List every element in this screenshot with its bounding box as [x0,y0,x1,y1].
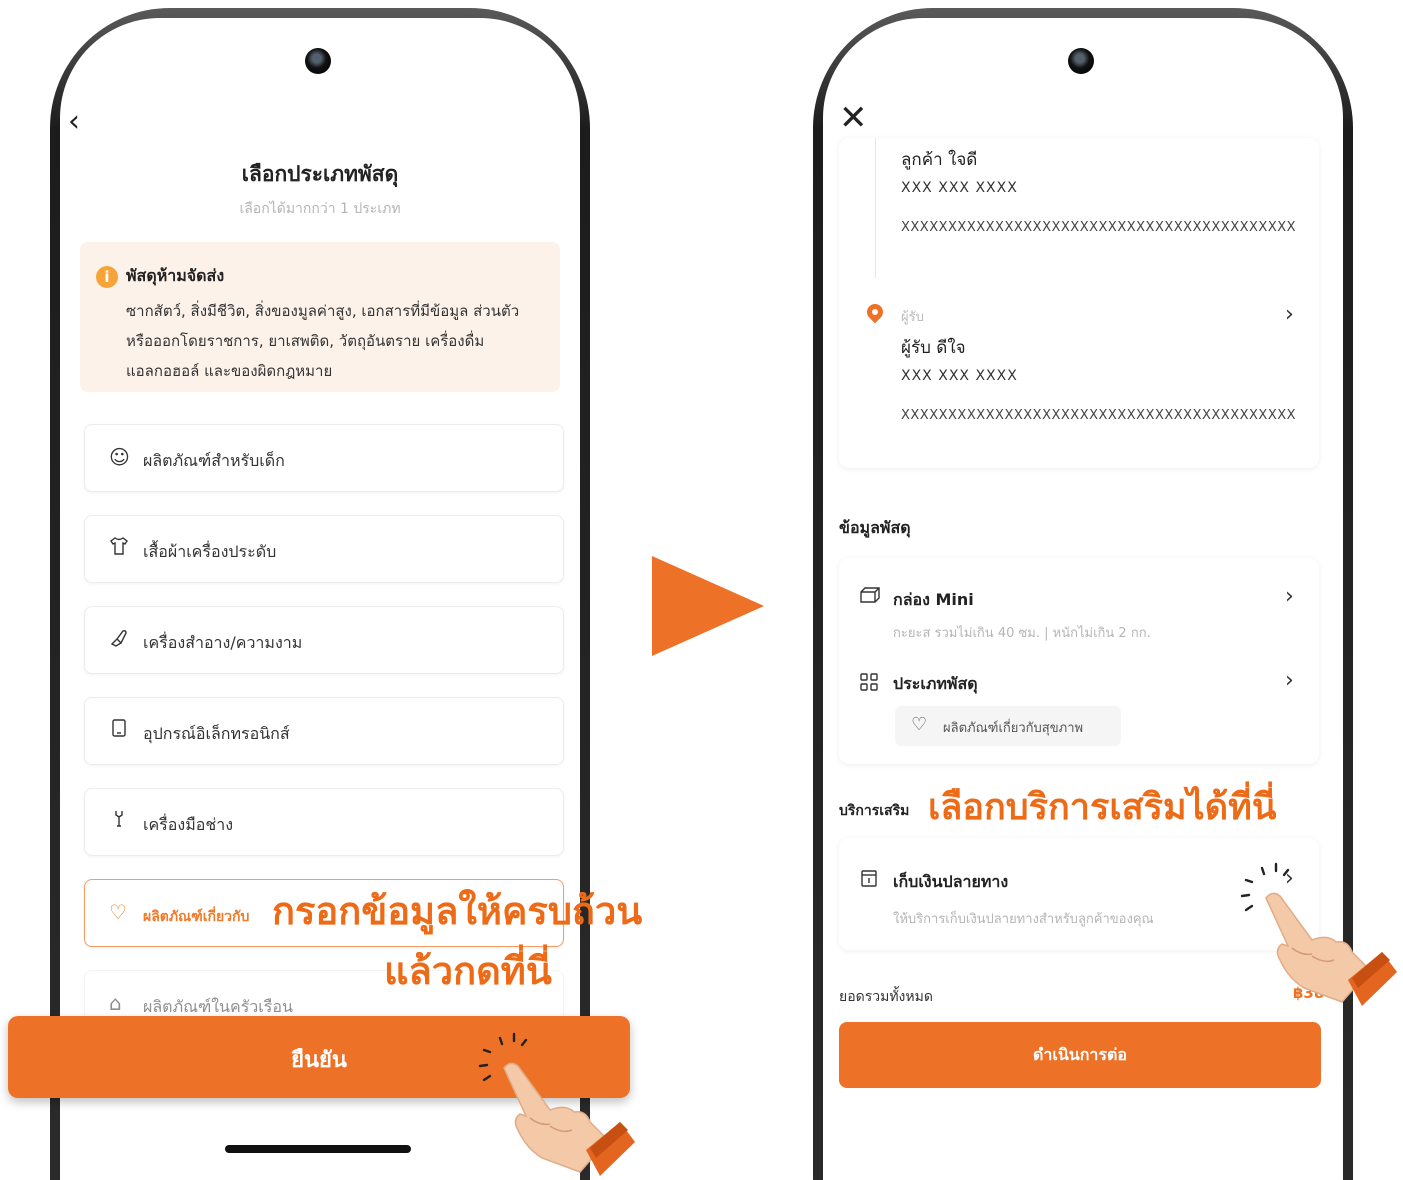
box-size-title: กล่อง Mini [893,590,974,609]
grid-icon [859,672,879,697]
extra-services-title: บริการเสริม [839,803,910,819]
chevron-right-icon: › [1285,584,1294,609]
heart-icon: ♡ [911,714,928,735]
receiver-name: ผู้รับ ดีใจ [901,338,966,358]
callout-press-here: แล้วกดที่นี่ [384,951,552,993]
phone-device-icon [109,718,129,743]
sender-phone: XXX XXX XXXX [901,180,1018,196]
category-label: เสื้อผ้าเครื่องประดับ [143,542,277,561]
category-item-clothing[interactable]: เสื้อผ้าเครื่องประดับ [84,515,564,583]
category-label: ผลิตภัณฑ์สำหรับเด็ก [143,451,285,470]
location-pin-icon [863,300,887,324]
box-icon [859,586,881,608]
receiver-address: XXXXXXXXXXXXXXXXXXXXXXXXXXXXXXXXXXXXXXXX… [901,408,1297,423]
phone-frame-left: ‹ เลือกประเภทพัสดุ เลือกได้มากกว่า 1 ประ… [50,8,590,1180]
callout-fill-info: กรอกข้อมูลให้ครบถ้วน [272,891,643,933]
receiver-phone: XXX XXX XXXX [901,368,1018,384]
address-card: ลูกค้า ใจดี XXX XXX XXXX XXXXXXXXXXXXXXX… [839,138,1319,468]
category-label: เครื่องมือช่าง [143,815,233,834]
baby-face-icon: ☺ [109,445,130,469]
continue-button[interactable]: ดำเนินการต่อ [839,1022,1321,1088]
sender-address: XXXXXXXXXXXXXXXXXXXXXXXXXXXXXXXXXXXXXXXX… [901,220,1297,235]
category-item-cosmetics[interactable]: เครื่องสำอาง/ความงาม [84,606,564,674]
category-item-kids[interactable]: ☺ ผลิตภัณฑ์สำหรับเด็ก [84,424,564,492]
chevron-right-icon: › [1285,668,1294,693]
page-title: เลือกประเภทพัสดุ [241,162,399,186]
shirt-icon [109,536,129,561]
parcel-type-title: ประเภทพัสดุ [893,674,978,693]
home-indicator [225,1145,411,1153]
parcel-type-tag-label: ผลิตภัณฑ์เกี่ยวกับสุขภาพ [943,721,1084,736]
home-icon: ⌂ [109,991,122,1015]
phone-screen-left: ‹ เลือกประเภทพัสดุ เลือกได้มากกว่า 1 ประ… [60,18,580,1180]
tutorial-stage: ‹ เลือกประเภทพัสดุ เลือกได้มากกว่า 1 ประ… [0,0,1403,1180]
wrench-icon [109,809,129,834]
info-icon: i [96,266,118,288]
category-label: ผลิตภัณฑ์เกี่ยวกับ [143,909,250,925]
camera-icon [1068,48,1094,74]
notice-text: ซากสัตว์, สิ่งมีชีวิต, สิ่งของมูลค่าสูง,… [126,302,520,380]
close-icon[interactable]: ✕ [839,98,868,138]
sender-name: ลูกค้า ใจดี [901,150,978,170]
receiver-label: ผู้รับ [901,310,924,325]
heart-icon: ♡ [109,900,127,924]
page-subtitle: เลือกได้มากกว่า 1 ประเภท [239,201,401,217]
category-label: เครื่องสำอาง/ความงาม [143,633,303,652]
continue-button-label: ดำเนินการต่อ [1033,1045,1127,1064]
category-label: อุปกรณ์อิเล็กทรอนิกส์ [143,724,290,743]
total-label: ยอดรวมทั้งหมด [839,989,933,1005]
tap-hand-icon [470,1030,635,1180]
prohibited-items-notice: i พัสดุห้ามจัดส่ง ซากสัตว์, สิ่งมีชีวิต,… [80,242,560,392]
category-item-electronics[interactable]: อุปกรณ์อิเล็กทรอนิกส์ [84,697,564,765]
box-size-subtitle: กะยะส รวมไม่เกิน 40 ซม. | หนักไม่เกิน 2 … [893,626,1151,641]
parcel-info-card: กล่อง Mini กะยะส รวมไม่เกิน 40 ซม. | หนั… [839,558,1319,764]
cod-title: เก็บเงินปลายทาง [893,872,1009,891]
cod-subtitle: ให้บริการเก็บเงินปลายทางสำหรับลูกค้าของค… [893,912,1154,927]
cash-icon [859,868,879,892]
chevron-left-icon[interactable]: ‹ [68,104,80,139]
next-step-arrow-icon [652,556,764,656]
category-item-tools[interactable]: เครื่องมือช่าง [84,788,564,856]
chevron-right-icon[interactable]: › [1285,302,1294,327]
parcel-section-title: ข้อมูลพัสดุ [839,518,911,537]
camera-icon [305,48,331,74]
notice-title: พัสดุห้ามจัดส่ง [126,266,225,285]
box-size-row[interactable]: กล่อง Mini กะยะส รวมไม่เกิน 40 ซม. | หนั… [839,558,1319,648]
parcel-type-row[interactable]: ประเภทพัสดุ › ♡ ผลิตภัณฑ์เกี่ยวกับสุขภาพ [839,658,1319,758]
lipstick-icon [109,627,129,652]
callout-choose-extra-service: เลือกบริการเสริมได้ที่นี่ [928,786,1277,827]
tap-hand-icon [1232,860,1397,1010]
parcel-type-tag: ♡ ผลิตภัณฑ์เกี่ยวกับสุขภาพ [895,706,1121,746]
